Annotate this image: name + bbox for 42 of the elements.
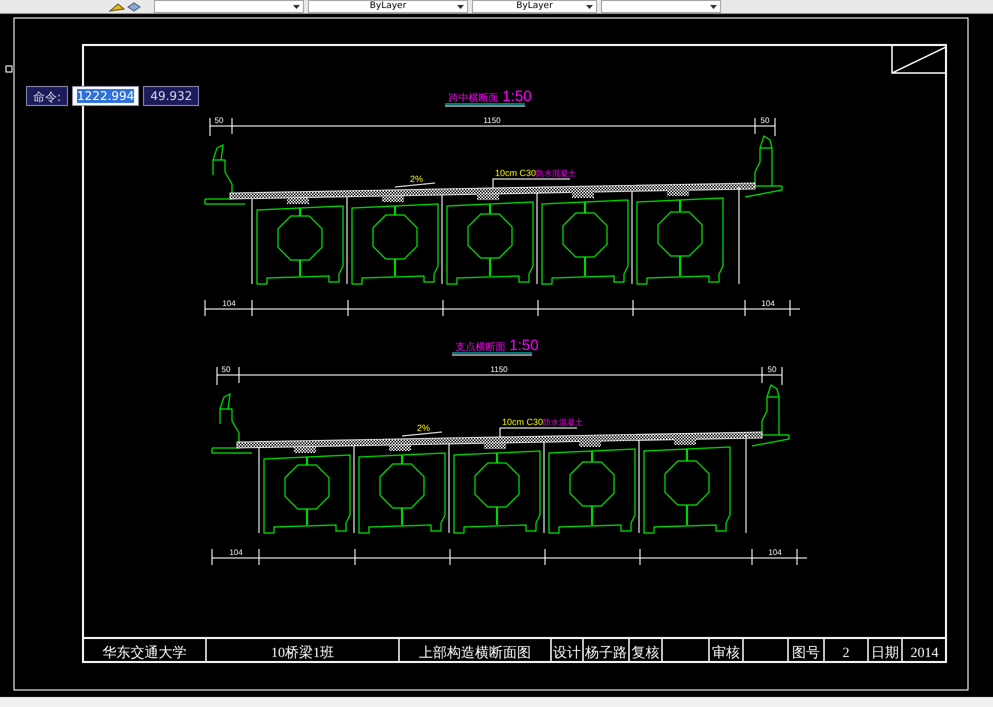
barrier-drawing bbox=[744, 135, 783, 198]
slope-label: 2% bbox=[417, 423, 430, 433]
title-block-text: 上部构造横断面图 bbox=[419, 646, 531, 661]
coordinate-x-field[interactable]: 1222.994 bbox=[72, 86, 140, 106]
property-dropdown[interactable]: ByLayer bbox=[308, 0, 468, 13]
layer-note: 10cm C30防水混凝土 bbox=[495, 168, 576, 178]
barrier-drawing bbox=[211, 392, 253, 454]
dimension-text: 50 bbox=[760, 116, 770, 125]
dropdown-caret-icon[interactable] bbox=[457, 5, 464, 9]
dimension-text: 50 bbox=[222, 365, 230, 374]
title-block-text: 设计 bbox=[553, 646, 581, 661]
dimension-text: 50 bbox=[768, 365, 776, 374]
section-title: 支点横断面 1:50 bbox=[455, 337, 539, 354]
title-block-text: 日期 bbox=[871, 646, 899, 661]
title-block-text: 2014 bbox=[910, 646, 938, 661]
dimension-text: 104 bbox=[761, 299, 775, 308]
title-block-text: 华东交通大学 bbox=[102, 646, 186, 661]
title-block-text: 10桥梁1班 bbox=[271, 646, 334, 661]
title-block-text: 杨子路 bbox=[585, 646, 627, 661]
command-label: 命令: bbox=[26, 86, 68, 106]
title-block-text: 复核 bbox=[632, 646, 660, 661]
frame-marker bbox=[6, 66, 12, 72]
dimension-text: 1150 bbox=[490, 365, 508, 374]
section-title: 跨中横断面 1:50 bbox=[448, 88, 532, 105]
layer-note: 10cm C30防水混凝土 bbox=[502, 417, 584, 427]
coordinate-y-field[interactable]: 49.932 bbox=[143, 86, 200, 106]
dropdown-caret-icon[interactable] bbox=[710, 5, 717, 9]
dimension-text: 50 bbox=[214, 116, 224, 125]
title-block-text: 2 bbox=[842, 646, 850, 661]
barrier-drawing bbox=[204, 144, 246, 205]
dimension-text: 104 bbox=[222, 299, 236, 308]
dropdown-caret-icon[interactable] bbox=[293, 5, 300, 9]
dimension-text: 1150 bbox=[483, 116, 501, 125]
title-block-text: 审核 bbox=[712, 646, 740, 661]
dimension-text: 104 bbox=[768, 548, 782, 557]
property-dropdown[interactable]: ByLayer bbox=[472, 0, 597, 13]
title-block-text: 图号 bbox=[792, 646, 820, 661]
layer-icon[interactable] bbox=[108, 0, 142, 12]
dropdown-caret-icon[interactable] bbox=[586, 5, 593, 9]
dimension-text: 104 bbox=[229, 548, 243, 557]
barrier-drawing bbox=[751, 384, 790, 447]
slope-label: 2% bbox=[410, 174, 424, 184]
